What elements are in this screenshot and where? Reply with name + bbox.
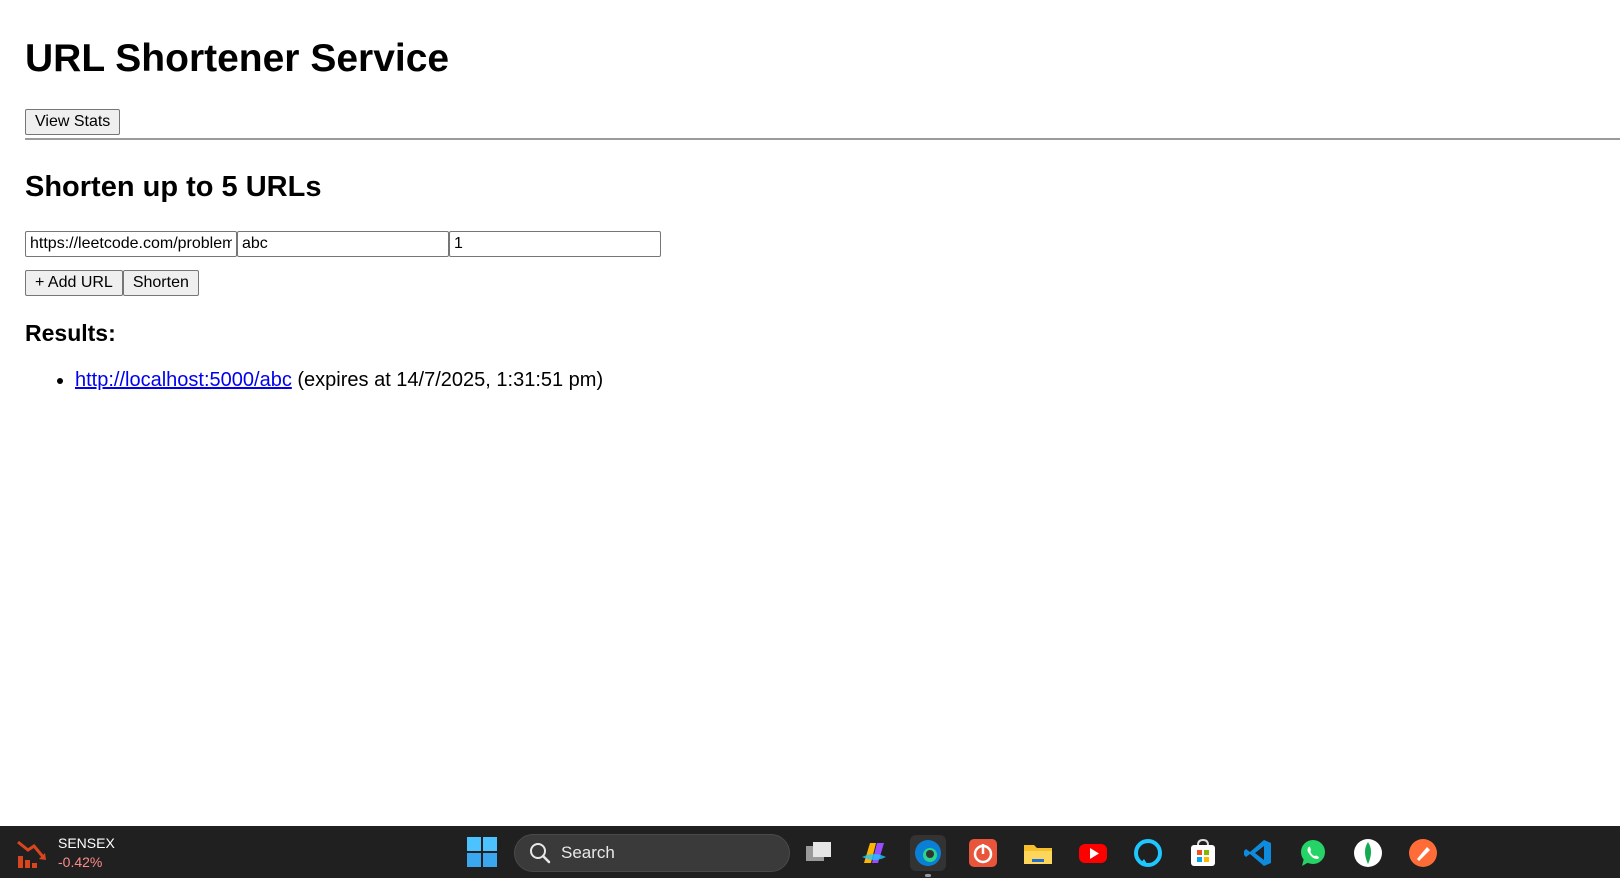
- windows-start-icon[interactable]: [466, 836, 498, 868]
- active-indicator: [925, 874, 931, 877]
- page-title: URL Shortener Service: [25, 37, 450, 80]
- task-view-icon[interactable]: [801, 835, 837, 871]
- vscode-icon[interactable]: [1240, 835, 1276, 871]
- stock-widget[interactable]: SENSEX -0.42%: [16, 834, 115, 872]
- copilot-icon[interactable]: [856, 835, 892, 871]
- results-heading: Results:: [25, 320, 116, 346]
- power-app-icon[interactable]: [965, 835, 1001, 871]
- shorten-button[interactable]: Shorten: [122, 270, 199, 296]
- taskbar: SENSEX -0.42% Search: [0, 826, 1620, 878]
- ticker-change: -0.42%: [58, 854, 103, 870]
- results-list: http://localhost:5000/abc (expires at 14…: [25, 366, 603, 394]
- section-title: Shorten up to 5 URLs: [25, 171, 322, 203]
- mongodb-compass-icon[interactable]: [1350, 835, 1386, 871]
- whatsapp-icon[interactable]: [1295, 835, 1331, 871]
- add-url-button[interactable]: + Add URL: [25, 270, 123, 296]
- stock-down-icon: [17, 840, 46, 868]
- long-url-input[interactable]: [25, 231, 237, 257]
- microsoft-store-icon[interactable]: [1185, 835, 1221, 871]
- edge-icon[interactable]: [910, 835, 946, 877]
- validity-input[interactable]: [449, 231, 661, 257]
- taskbar-search[interactable]: Search: [514, 834, 790, 872]
- ticker-name: SENSEX: [58, 835, 115, 851]
- divider: [25, 138, 1620, 140]
- browser-page: URL Shortener Service View Stats Shorten…: [0, 0, 1620, 826]
- shortcode-input[interactable]: [237, 231, 449, 257]
- expiry-text: (expires at 14/7/2025, 1:31:51 pm): [291, 369, 604, 391]
- youtube-icon[interactable]: [1075, 835, 1111, 871]
- action-buttons: + Add URL Shorten: [25, 270, 199, 296]
- alexa-icon[interactable]: [1130, 835, 1166, 871]
- view-stats-button[interactable]: View Stats: [25, 109, 121, 135]
- list-item: http://localhost:5000/abc (expires at 14…: [75, 366, 603, 394]
- postman-icon[interactable]: [1405, 835, 1441, 871]
- url-input-row: [25, 231, 661, 257]
- search-label: Search: [561, 843, 615, 862]
- file-explorer-icon[interactable]: [1020, 835, 1056, 871]
- short-url-link[interactable]: http://localhost:5000/abc: [75, 369, 292, 391]
- search-icon: [530, 843, 551, 864]
